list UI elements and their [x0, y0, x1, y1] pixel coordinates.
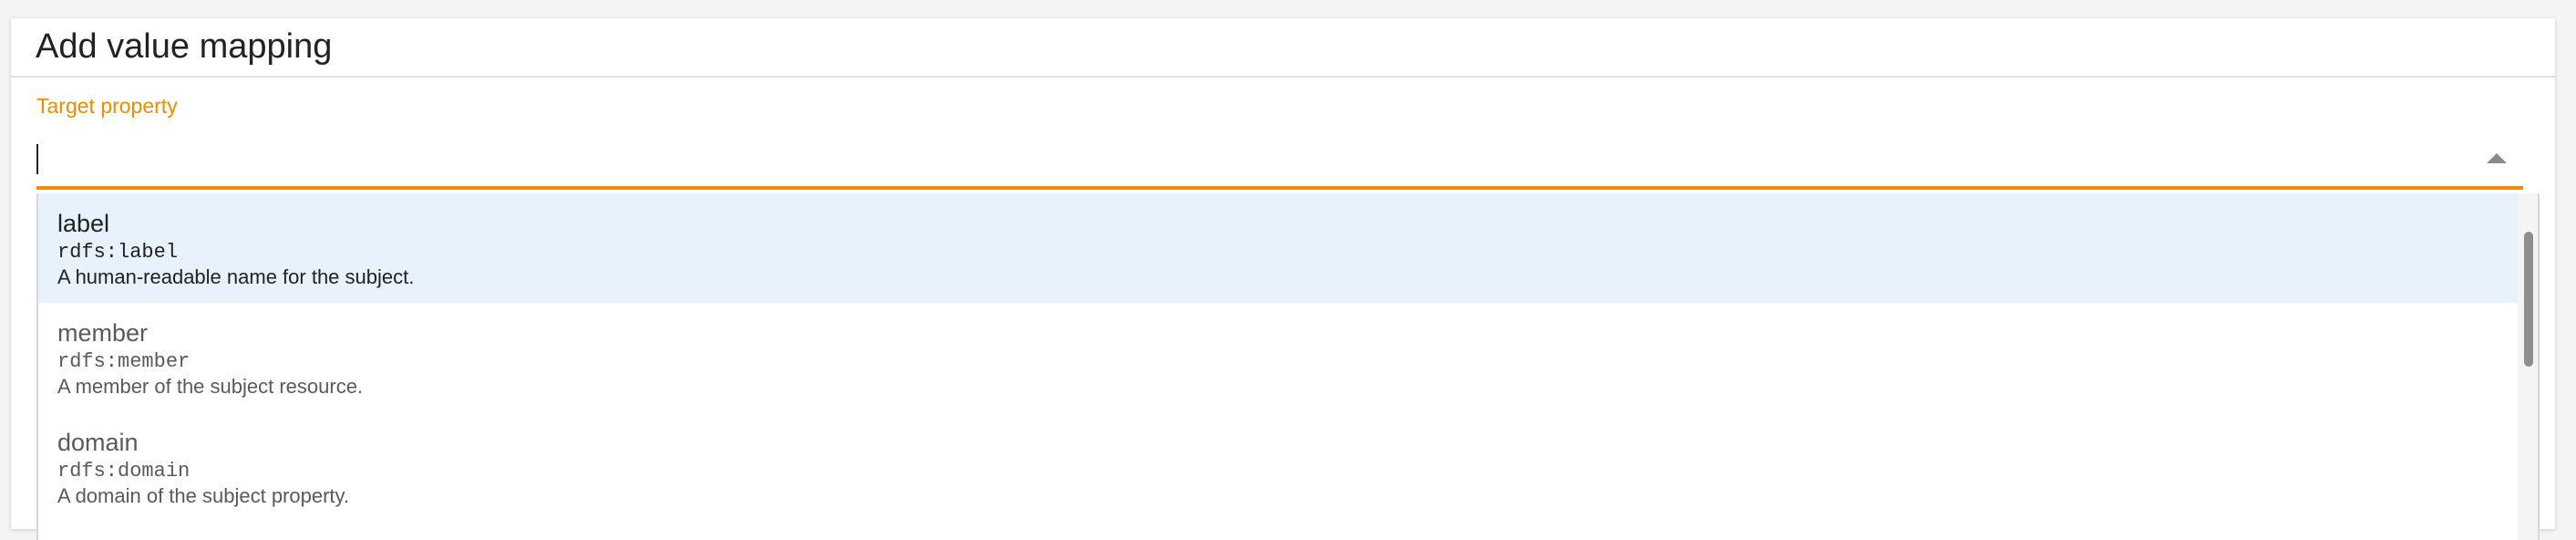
option-description: A human-readable name for the subject. [57, 265, 415, 288]
option-uri: rdfs:member [57, 350, 191, 373]
target-property-label: Target property [36, 94, 178, 118]
option-uri: rdfs:label [57, 241, 179, 264]
option-title: member [57, 319, 149, 347]
dialog-header: Add value mapping [11, 18, 2555, 78]
option-label[interactable]: label rdfs:label A human-readable name f… [38, 193, 2519, 303]
option-description: A member of the subject resource. [57, 375, 364, 398]
scrollbar-thumb[interactable] [2524, 232, 2533, 367]
text-caret [36, 144, 38, 174]
dialog-title: Add value mapping [36, 27, 333, 66]
target-property-input[interactable] [36, 131, 2523, 190]
option-uri: rdfs:domain [57, 460, 191, 483]
target-property-options-menu: label rdfs:label A human-readable name f… [36, 193, 2540, 540]
option-domain[interactable]: domain rdfs:domain A domain of the subje… [38, 412, 2519, 522]
option-title: label [57, 210, 110, 237]
caret-up-icon[interactable] [2483, 144, 2510, 171]
option-member[interactable]: member rdfs:member A member of the subje… [38, 303, 2519, 412]
menu-scrollbar[interactable] [2518, 193, 2538, 540]
value-mapping-dialog: Add value mapping Target property label … [11, 18, 2555, 540]
option-title: domain [57, 429, 139, 456]
option-description: A domain of the subject property. [57, 484, 349, 507]
